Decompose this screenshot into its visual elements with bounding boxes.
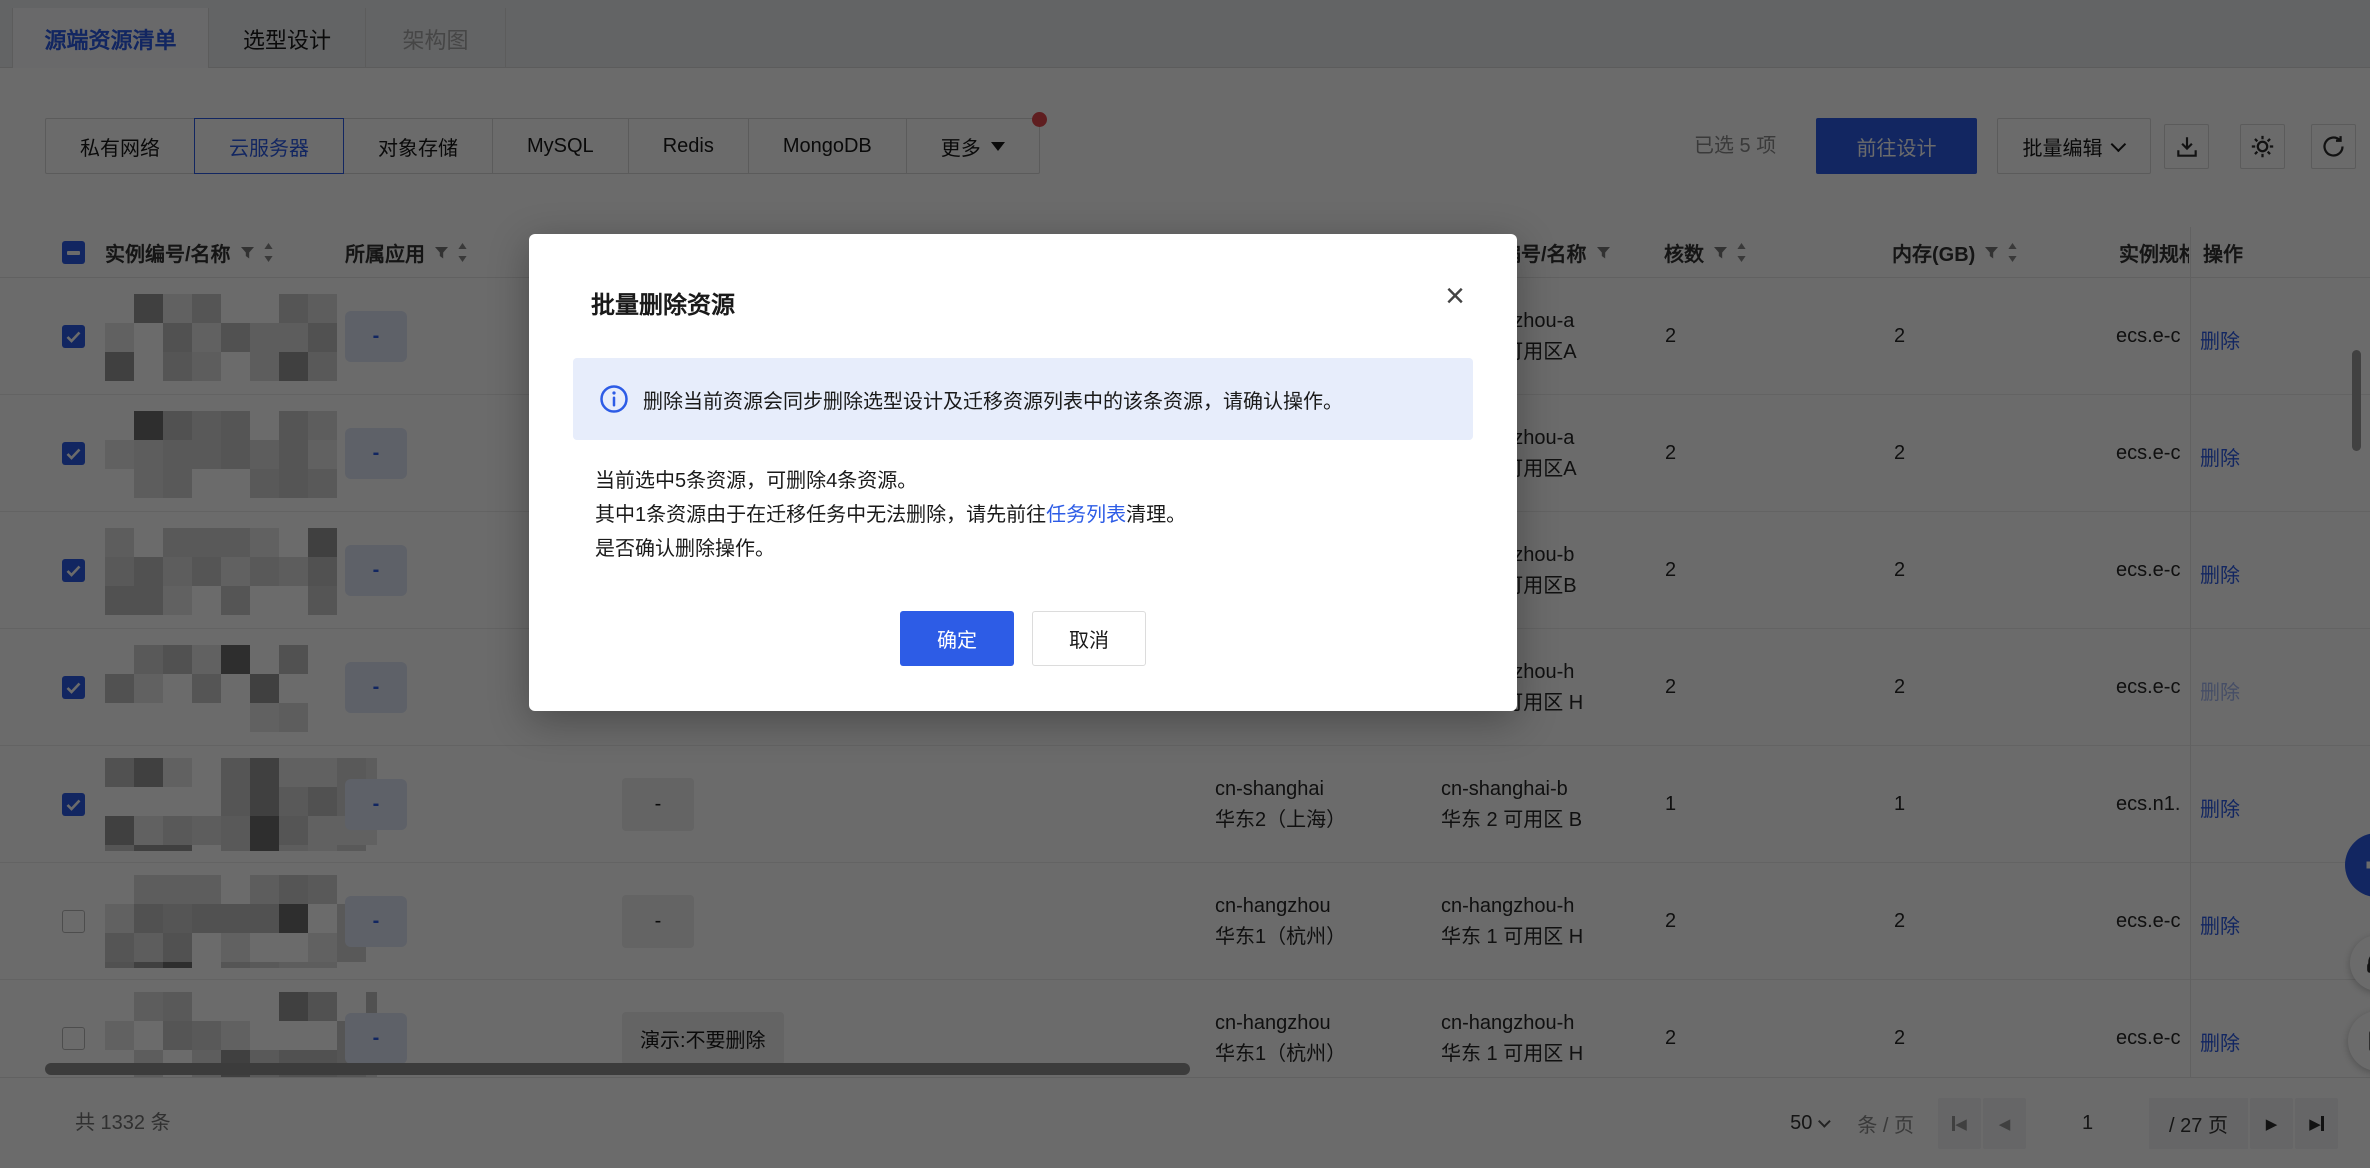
info-icon	[599, 384, 629, 414]
confirm-button[interactable]: 确定	[900, 611, 1014, 666]
line2-suffix: 清理。	[1126, 504, 1186, 526]
batch-delete-modal: 批量删除资源 × 删除当前资源会同步删除选型设计及迁移资源列表中的该条资源，请确…	[529, 234, 1517, 711]
modal-buttons: 确定 取消	[529, 611, 1517, 666]
cancel-button[interactable]: 取消	[1032, 611, 1146, 666]
line2-prefix: 其中1条资源由于在迁移任务中无法删除，请先前往	[595, 504, 1046, 526]
modal-title: 批量删除资源	[591, 285, 735, 320]
task-list-link[interactable]: 任务列表	[1046, 504, 1126, 526]
alert-text: 删除当前资源会同步删除选型设计及迁移资源列表中的该条资源，请确认操作。	[643, 385, 1343, 414]
modal-line-2: 其中1条资源由于在迁移任务中无法删除，请先前往任务列表清理。	[595, 498, 1186, 532]
modal-line-1: 当前选中5条资源，可删除4条资源。	[595, 464, 1186, 498]
modal-close-button[interactable]: ×	[1433, 274, 1477, 318]
modal-line-3: 是否确认删除操作。	[595, 532, 1186, 566]
modal-body-text: 当前选中5条资源，可删除4条资源。 其中1条资源由于在迁移任务中无法删除，请先前…	[595, 464, 1186, 566]
modal-info-alert: 删除当前资源会同步删除选型设计及迁移资源列表中的该条资源，请确认操作。	[573, 358, 1473, 440]
